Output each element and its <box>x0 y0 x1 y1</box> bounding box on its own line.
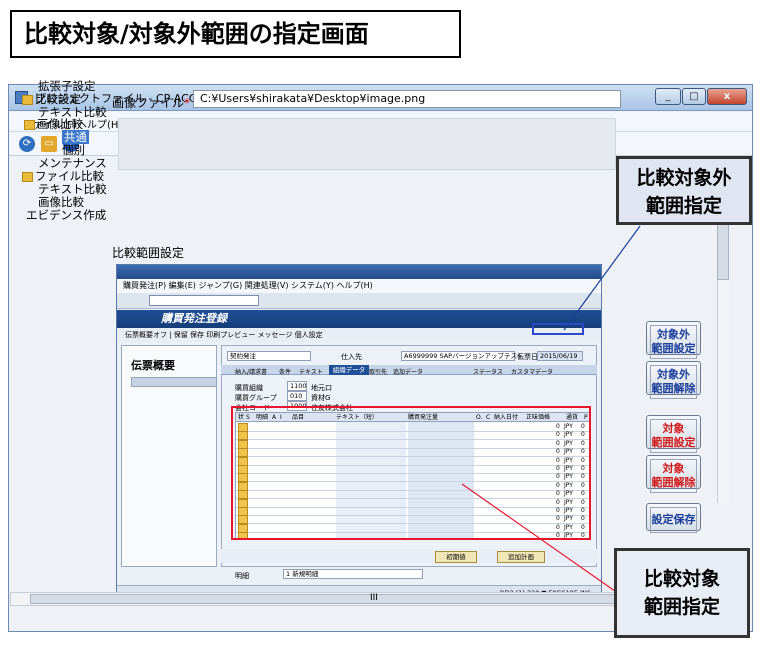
save-settings-button[interactable]: 設定保存 <box>646 503 701 533</box>
sap-header: 購買発注登録 <box>117 310 601 328</box>
sap-tab: 取引先 <box>369 369 388 376</box>
sap-tab: 納入/請求書 <box>235 369 268 376</box>
exclude-callout: 比較対象外 範囲指定 <box>616 156 752 225</box>
sap-tab: ステータス <box>473 369 504 376</box>
sap-org-label: 購買グループ <box>235 394 277 402</box>
include-range-clear-button[interactable]: 対象 範囲解除 <box>646 455 701 493</box>
scroll-grip: III <box>370 593 378 603</box>
sap-tab: 追加データ <box>393 369 424 376</box>
button-label: 対象 範囲解除 <box>650 459 697 493</box>
button-label: 対象外 範囲設定 <box>650 325 697 359</box>
sap-tab-active: 組織データ <box>329 365 369 375</box>
sap-tab: カスタマデータ <box>511 369 554 376</box>
sap-order-type: 契約発注 <box>227 351 311 361</box>
page-title: 比較対象/対象外範囲の指定画面 <box>10 10 461 58</box>
label-text: 画像ファイル <box>112 96 185 110</box>
sap-menu-bar: 購買発注(P) 編集(E) ジャンプ(G) 関連処理(V) システム(Y) ヘル… <box>117 279 601 293</box>
sap-vendor-label: 仕入先 <box>341 353 362 361</box>
maximize-button[interactable]: □ <box>682 88 706 105</box>
folder-icon <box>22 171 33 182</box>
minimize-button[interactable]: _ <box>655 88 681 105</box>
image-file-input[interactable]: C:¥Users¥shirakata¥Desktop¥image.png <box>193 90 621 108</box>
sap-tab-strip: 納入/請求書 条件 テキスト 住所 通信 取引先 追加データ ステータス カスタ… <box>221 365 597 376</box>
sap-org-label: 購買組織 <box>235 384 263 392</box>
callout-text: 比較対象 範囲指定 <box>643 568 720 618</box>
tree-item-evidence[interactable]: エビデンス作成 <box>26 207 106 223</box>
sap-tab: テキスト <box>299 369 323 376</box>
include-callout: 比較対象 範囲指定 <box>614 548 750 638</box>
exclude-range-box <box>532 323 584 335</box>
sap-title-bar <box>117 265 601 279</box>
sap-tab: 条件 <box>279 369 292 376</box>
exclude-range-set-button[interactable]: 対象外 範囲設定 <box>646 321 701 359</box>
callout-text: 比較対象外 範囲指定 <box>636 167 732 217</box>
button-label: 設定保存 <box>650 507 697 533</box>
close-button[interactable]: x <box>707 88 747 105</box>
sap-add-plan-button: 追加計画 <box>497 551 545 563</box>
sap-vendor-value: A6999999 SAPバージョンアップテスト <box>401 351 523 361</box>
folder-icon <box>22 94 33 105</box>
required-mark: * <box>184 96 191 110</box>
sap-org-code: 1100 <box>287 381 307 391</box>
image-file-label: 画像ファイル* <box>112 94 190 111</box>
sap-org-code: 010 <box>287 391 307 401</box>
tree-label: エビデンス作成 <box>26 208 107 222</box>
sap-org-name: 資材G <box>311 394 331 402</box>
exclude-range-clear-button[interactable]: 対象外 範囲解除 <box>646 361 701 399</box>
file-preview-panel <box>118 118 616 170</box>
sap-doc-overview-grid <box>131 377 217 387</box>
compare-range-label: 比較範囲設定 <box>112 246 185 260</box>
sap-app-toolbar: 伝票概要オフ | 保留 保存 印刷プレビュー メッセージ 個人設定 <box>117 328 601 342</box>
folder-icon <box>24 119 35 130</box>
sap-doc-overview-title: 伝票概要 <box>131 359 175 372</box>
sap-item-select: 1 新規明細 <box>283 569 423 579</box>
horizontal-scroll-thumb[interactable] <box>30 594 690 604</box>
button-label: 対象 範囲設定 <box>650 419 697 453</box>
sap-item-label: 明細 <box>235 572 249 580</box>
sap-default-button: 初期値 <box>435 551 477 563</box>
include-range-box <box>231 406 591 540</box>
settings-tree: 拡張子設定 比較設定 テキスト比較 画像比較 共通 個別 メンテナンス ファイル… <box>10 76 120 276</box>
sap-doc-date-value: 2015/06/19 <box>537 351 583 361</box>
include-range-set-button[interactable]: 対象 範囲設定 <box>646 415 701 453</box>
sap-command-field <box>149 295 259 306</box>
sap-org-name: 地元口 <box>311 384 332 392</box>
button-label: 対象外 範囲解除 <box>650 365 697 399</box>
